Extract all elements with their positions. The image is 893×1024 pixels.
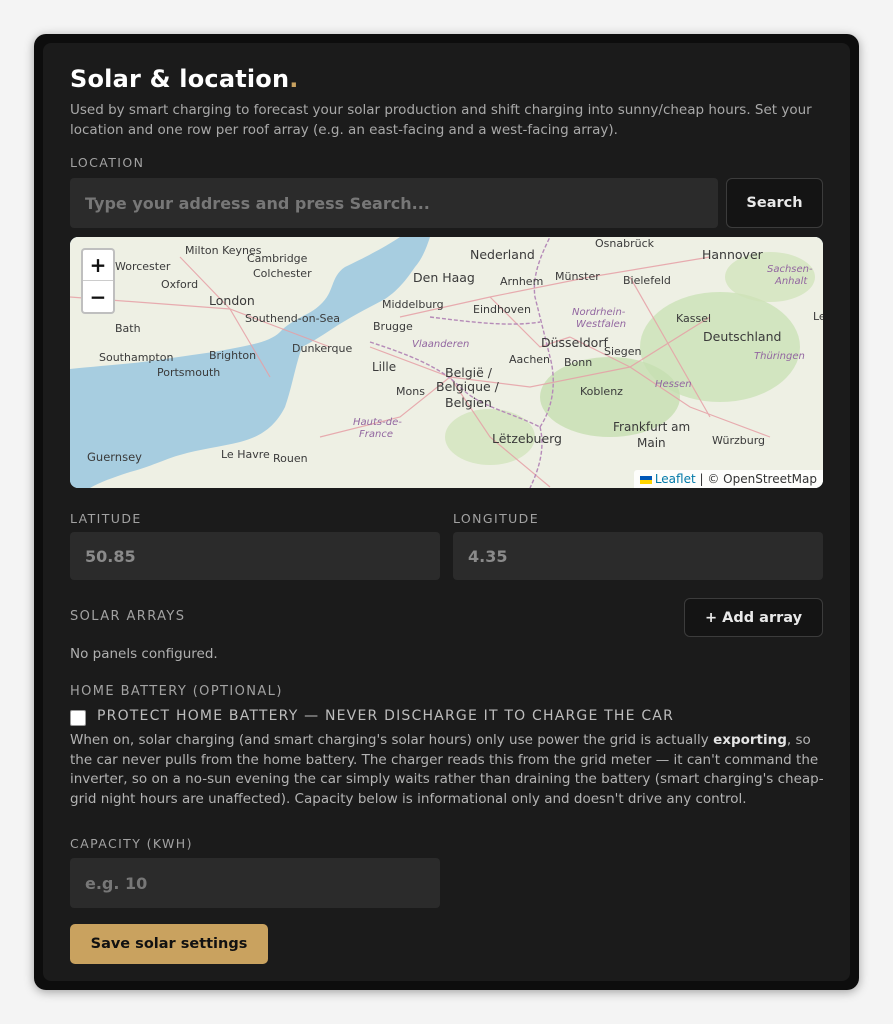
svg-text:Deutschland: Deutschland	[703, 329, 781, 344]
svg-text:Southend-on-Sea: Southend-on-Sea	[245, 312, 340, 325]
no-panels-text: No panels configured.	[70, 646, 218, 662]
svg-text:Main: Main	[637, 436, 666, 450]
svg-text:Aachen: Aachen	[509, 353, 550, 366]
svg-text:Düsseldorf: Düsseldorf	[541, 335, 608, 350]
svg-text:France: France	[359, 429, 393, 440]
svg-text:België /: België /	[445, 365, 493, 380]
svg-text:Nordrhein-: Nordrhein-	[572, 307, 626, 318]
svg-text:Colchester: Colchester	[253, 267, 312, 280]
svg-text:Bielefeld: Bielefeld	[623, 274, 671, 287]
svg-text:Thüringen: Thüringen	[754, 351, 805, 362]
save-solar-settings-button[interactable]: Save solar settings	[70, 924, 268, 964]
svg-text:Belgien: Belgien	[445, 395, 492, 410]
add-array-button[interactable]: + Add array	[684, 598, 823, 637]
svg-text:Westfalen: Westfalen	[576, 319, 626, 330]
svg-text:Cambridge: Cambridge	[247, 252, 308, 265]
svg-text:Siegen: Siegen	[604, 345, 642, 358]
svg-text:Lille: Lille	[372, 360, 396, 374]
svg-text:Middelburg: Middelburg	[382, 298, 444, 311]
capacity-input[interactable]	[70, 858, 440, 908]
svg-text:Le: Le	[813, 310, 823, 323]
svg-text:Münster: Münster	[555, 270, 600, 283]
svg-text:Arnhem: Arnhem	[500, 275, 543, 288]
longitude-label: LONGITUDE	[453, 511, 539, 526]
svg-text:Bonn: Bonn	[564, 356, 592, 369]
address-search-input[interactable]	[70, 178, 718, 228]
svg-text:London: London	[209, 293, 255, 308]
zoom-in-button[interactable]: +	[83, 250, 113, 281]
latitude-label: LATITUDE	[70, 511, 142, 526]
location-map[interactable]: Worcester Milton Keynes Milton Keynes Ca…	[70, 237, 823, 488]
svg-text:Nederland: Nederland	[470, 247, 535, 262]
ukraine-flag-icon	[639, 475, 652, 484]
latitude-input[interactable]	[70, 532, 440, 580]
svg-text:Osnabrück: Osnabrück	[595, 237, 655, 250]
solar-settings-panel: Solar & location. Used by smart charging…	[43, 43, 850, 981]
svg-text:Guernsey: Guernsey	[87, 450, 142, 464]
svg-text:Brugge: Brugge	[373, 320, 413, 333]
svg-text:Anhalt: Anhalt	[774, 276, 808, 287]
svg-text:Vlaanderen: Vlaanderen	[412, 339, 469, 350]
svg-text:Kassel: Kassel	[676, 312, 711, 325]
svg-text:Portsmouth: Portsmouth	[157, 366, 220, 379]
zoom-out-button[interactable]: −	[83, 281, 113, 312]
svg-text:Southampton: Southampton	[99, 351, 173, 364]
map-tiles: Worcester Milton Keynes Milton Keynes Ca…	[70, 237, 823, 488]
svg-text:Le Havre: Le Havre	[221, 448, 270, 461]
svg-text:Bath: Bath	[115, 322, 141, 335]
svg-text:Brighton: Brighton	[209, 349, 256, 362]
svg-text:Hessen: Hessen	[655, 379, 692, 390]
svg-text:Eindhoven: Eindhoven	[473, 303, 531, 316]
svg-text:Würzburg: Würzburg	[712, 434, 765, 447]
svg-text:Lëtzebuerg: Lëtzebuerg	[492, 431, 562, 446]
battery-explanation: When on, solar charging (and smart charg…	[70, 732, 824, 807]
map-zoom-control: + −	[81, 248, 115, 314]
svg-text:Rouen: Rouen	[273, 452, 308, 465]
leaflet-link[interactable]: Leaflet	[655, 472, 696, 486]
osm-attribution: | © OpenStreetMap	[695, 472, 817, 486]
svg-text:Sachsen-: Sachsen-	[767, 264, 813, 275]
svg-text:Hauts-de-: Hauts-de-	[353, 417, 402, 428]
solar-arrays-label: SOLAR ARRAYS	[70, 609, 186, 624]
protect-battery-label[interactable]: PROTECT HOME BATTERY — NEVER DISCHARGE I…	[97, 708, 674, 724]
svg-text:Mons: Mons	[396, 385, 425, 398]
page-description: Used by smart charging to forecast your …	[70, 102, 812, 138]
svg-text:Koblenz: Koblenz	[580, 385, 623, 398]
svg-text:Den Haag: Den Haag	[413, 270, 475, 285]
longitude-input[interactable]	[453, 532, 823, 580]
protect-battery-checkbox[interactable]	[70, 710, 86, 726]
map-attribution: Leaflet | © OpenStreetMap	[633, 470, 823, 488]
svg-text:Worcester: Worcester	[115, 260, 171, 273]
location-label: LOCATION	[70, 155, 145, 170]
svg-text:Frankfurt am: Frankfurt am	[613, 420, 690, 434]
home-battery-label: HOME BATTERY (OPTIONAL)	[70, 684, 283, 699]
capacity-label: CAPACITY (KWH)	[70, 836, 193, 851]
svg-text:Dunkerque: Dunkerque	[292, 342, 352, 355]
svg-text:Hannover: Hannover	[702, 247, 764, 262]
svg-text:Belgique /: Belgique /	[436, 379, 500, 394]
page-title: Solar & location.	[70, 65, 299, 93]
svg-text:Oxford: Oxford	[161, 278, 198, 291]
search-button[interactable]: Search	[726, 178, 823, 228]
